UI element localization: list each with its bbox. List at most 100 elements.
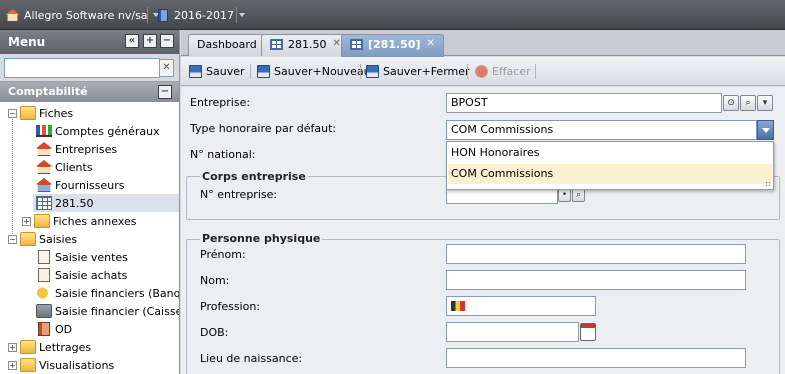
floppy-add-icon: [257, 65, 270, 78]
chevron-down-icon[interactable]: [757, 120, 774, 140]
expand-icon[interactable]: +: [8, 360, 17, 370]
nom-field[interactable]: [446, 270, 746, 290]
minimize-icon[interactable]: −: [158, 85, 172, 99]
tab-bar: Dashboard 281.50 ✕ [281.50] ✕: [181, 30, 785, 57]
tab-281-50-active[interactable]: [281.50] ✕: [341, 34, 444, 57]
folder-icon: [34, 214, 50, 228]
tree-label: OD: [55, 322, 73, 336]
button-label: Sauver+Fermer: [383, 65, 470, 78]
table-icon: [36, 196, 52, 210]
floppy-close-icon: [366, 65, 379, 78]
collapse-icon[interactable]: −: [8, 234, 17, 244]
tree-item-lettrages[interactable]: + Lettrages: [8, 338, 91, 356]
form-panel: Entreprise: BPOST ⊙ ⌕ ▾ Type honoraire p…: [181, 87, 785, 374]
tab-281-50[interactable]: 281.50 ✕: [261, 34, 350, 56]
tree-item-fiches[interactable]: − Fiches: [8, 104, 73, 122]
toolbar: Sauver Sauver+Nouveau Sauver+Fermer Effa…: [181, 57, 785, 86]
dropdown-option-selected[interactable]: COM Commissions: [448, 164, 772, 184]
chart-icon: [36, 125, 52, 137]
type-honoraire-label: Type honoraire par défaut:: [190, 122, 337, 135]
floppy-icon: [189, 65, 202, 78]
save-new-button[interactable]: Sauver+Nouveau: [257, 63, 371, 80]
entreprise-field[interactable]: BPOST: [446, 93, 722, 113]
section-header[interactable]: Comptabilité −: [0, 82, 179, 102]
button-label: Sauver+Nouveau: [274, 65, 371, 78]
personne-physique-legend: Personne physique: [200, 232, 323, 245]
dropdown-option[interactable]: HON Honoraires: [448, 143, 772, 163]
expand-icon[interactable]: +: [8, 342, 17, 352]
nom-label: Nom:: [200, 274, 230, 287]
search-input[interactable]: [4, 58, 160, 78]
search-icon[interactable]: ⌕: [740, 95, 756, 111]
left-panel: Menu « + − ✕ Comptabilité − − Fiches Com…: [0, 30, 180, 374]
tree-label: Clients: [55, 160, 93, 174]
year-selector[interactable]: 2016-2017: [158, 7, 245, 23]
chevron-down-icon: [238, 13, 245, 17]
tree-item-saisie-achats[interactable]: Saisie achats: [36, 266, 127, 284]
tab-label: [281.50]: [368, 38, 421, 51]
collapse-icon[interactable]: −: [8, 108, 17, 118]
type-honoraire-combo[interactable]: COM Commissions: [446, 120, 757, 140]
tree-item-visualisations[interactable]: + Visualisations: [8, 356, 114, 372]
house-icon: [36, 160, 52, 174]
tree-label: Saisie achats: [55, 268, 128, 282]
menu-title: Menu: [8, 35, 46, 49]
close-icon[interactable]: ✕: [427, 38, 435, 49]
house-icon: [36, 178, 52, 192]
expand-all-icon[interactable]: +: [143, 34, 157, 48]
corps-entreprise-legend: Corps entreprise: [200, 170, 308, 183]
chevron-down-icon[interactable]: ▾: [757, 95, 773, 111]
year-label: 2016-2017: [174, 8, 234, 22]
expand-icon[interactable]: +: [22, 216, 31, 226]
divider: [147, 7, 148, 23]
profession-field[interactable]: [446, 296, 596, 316]
divider: [360, 64, 361, 79]
tree-label: Entreprises: [55, 142, 118, 156]
document-icon: [38, 250, 50, 264]
tree-item-saisie-ventes[interactable]: Saisie ventes: [36, 248, 128, 266]
tree-item-saisies[interactable]: − Saisies: [8, 230, 77, 248]
tree-item-fournisseurs[interactable]: Fournisseurs: [36, 176, 124, 194]
book-icon: [158, 8, 168, 22]
tree-item-clients[interactable]: Clients: [36, 158, 93, 176]
tab-label: 281.50: [288, 38, 327, 51]
save-button[interactable]: Sauver: [189, 63, 245, 80]
section-title: Comptabilité: [8, 85, 88, 98]
lieu-naissance-field[interactable]: [446, 348, 746, 368]
button-label: Effacer: [492, 65, 531, 78]
dob-label: DOB:: [200, 326, 229, 339]
folder-open-icon: [20, 106, 36, 120]
company-selector[interactable]: Allegro Software nv/sa: [6, 7, 159, 23]
top-bar: Allegro Software nv/sa 2016-2017: [0, 0, 785, 30]
view-icon[interactable]: ⊙: [723, 95, 739, 111]
tree-item-saisie-financiers-banque[interactable]: Saisie financiers (Banque: [36, 284, 179, 302]
tree-label: Visualisations: [39, 358, 115, 372]
collapse-icon[interactable]: «: [125, 34, 139, 48]
tab-dashboard[interactable]: Dashboard: [188, 34, 266, 56]
minimize-icon[interactable]: −: [160, 34, 174, 48]
prenom-field[interactable]: [446, 244, 746, 264]
tree-item-od[interactable]: OD: [36, 320, 72, 338]
divider: [467, 64, 468, 79]
save-close-button[interactable]: Sauver+Fermer: [366, 63, 470, 80]
button-label: Sauver: [206, 65, 245, 78]
book-icon: [38, 322, 50, 336]
delete-button[interactable]: Effacer: [475, 63, 531, 80]
tree-item-comptes-generaux[interactable]: Comptes généraux: [36, 122, 160, 140]
tree-item-entreprises[interactable]: Entreprises: [36, 140, 117, 158]
clear-icon[interactable]: ✕: [159, 59, 174, 77]
divider: [236, 7, 237, 23]
dob-field[interactable]: [446, 322, 579, 342]
home-icon: [6, 9, 19, 21]
type-honoraire-dropdown: HON Honoraires COM Commissions: [446, 141, 774, 190]
tree-item-281-50[interactable]: 281.50: [33, 194, 179, 212]
prenom-label: Prénom:: [200, 248, 246, 261]
tree-guide: [12, 112, 13, 240]
tree-item-fiches-annexes[interactable]: + Fiches annexes: [22, 212, 137, 230]
folder-icon: [20, 340, 36, 354]
cash-register-icon: [36, 304, 52, 318]
close-icon[interactable]: ✕: [333, 38, 341, 49]
resize-grip-icon[interactable]: [765, 181, 772, 188]
tree-item-saisie-financier-caisses[interactable]: Saisie financier (Caisses): [36, 302, 179, 320]
calendar-icon[interactable]: [580, 323, 596, 341]
